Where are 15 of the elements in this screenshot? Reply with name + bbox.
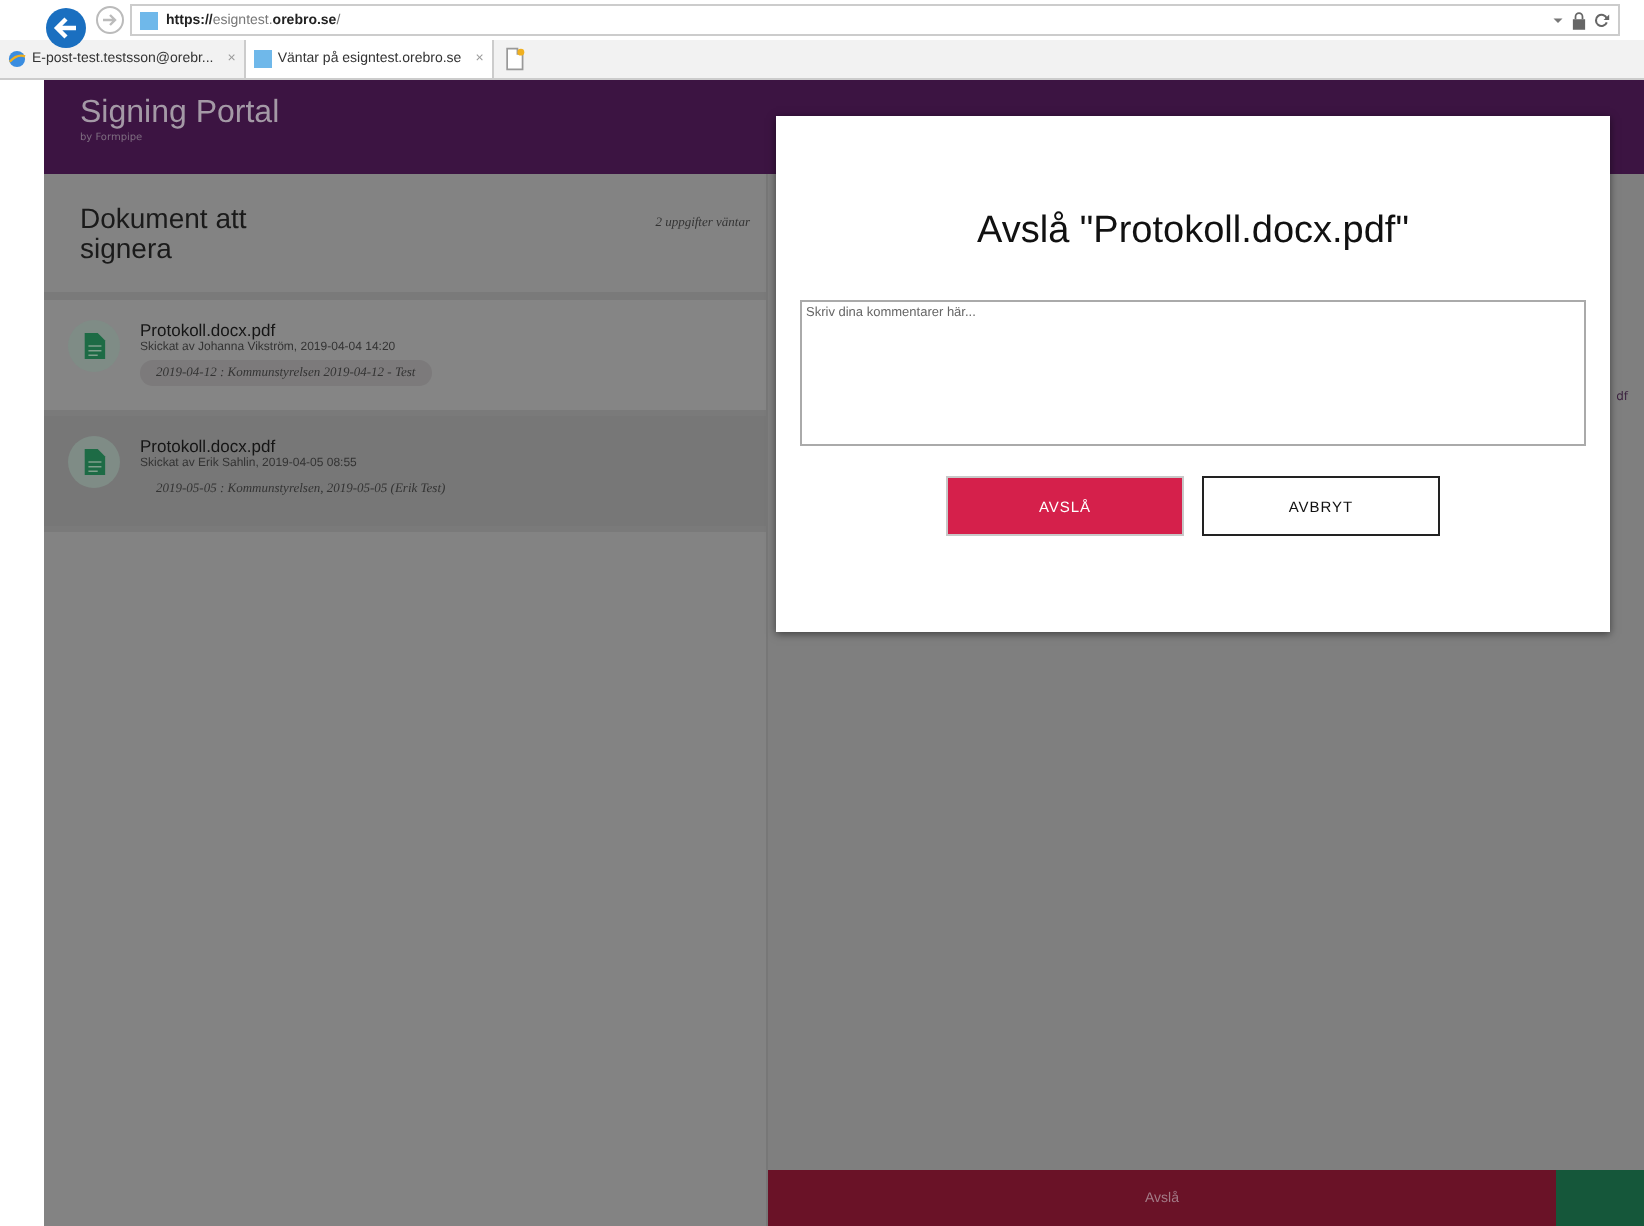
new-tab-icon[interactable] [501,46,526,72]
globe-icon [8,50,26,68]
portal-title: Signing Portal [80,96,280,132]
lock-icon[interactable] [1572,11,1586,29]
panel-title: Dokument att signera [80,204,249,263]
site-icon [140,11,158,29]
document-icon [68,320,120,372]
document-name: Protokoll.docx.pdf [140,320,276,340]
document-icon [68,436,120,488]
dialog-title: Avslå "Protokoll.docx.pdf" [977,210,1409,254]
site-icon [253,50,272,68]
refresh-icon[interactable] [1594,12,1610,28]
back-icon[interactable] [46,8,86,48]
dropdown-icon[interactable] [1552,14,1564,26]
document-name: Protokoll.docx.pdf [140,436,276,456]
